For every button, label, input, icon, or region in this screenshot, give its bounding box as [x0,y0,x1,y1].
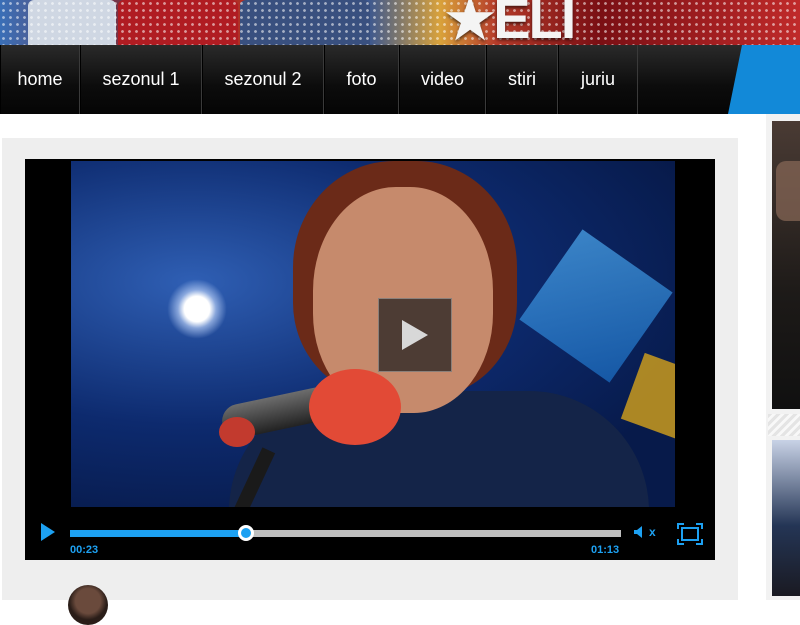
nav-juriu[interactable]: juriu [558,45,638,114]
player-controls: 00:23 01:13 x [25,511,715,560]
seek-bar-handle[interactable] [238,525,255,541]
nav-sezonul-2[interactable]: sezonul 2 [202,45,324,114]
play-button[interactable] [39,521,57,548]
seek-bar-progress [70,530,247,537]
current-time: 00:23 [70,544,99,556]
site-logo[interactable]: ★ELI [445,0,576,45]
mute-x-label: x [649,525,656,539]
play-icon [41,523,55,541]
microphone-windscreen [309,369,401,445]
speaker-muted-icon [634,526,642,538]
header-banner: ★ELI [0,0,800,45]
sidebar-separator [768,414,800,436]
sidebar-thumbnail-2[interactable] [772,440,800,596]
avatar[interactable] [68,585,108,625]
nav-foto[interactable]: foto [324,45,399,114]
sidebar-thumbnail-1[interactable] [772,121,800,409]
stage-backdrop-yellow [620,352,675,440]
fullscreen-button[interactable] [677,523,703,550]
fullscreen-icon [677,523,703,545]
main-nav: home sezonul 1 sezonul 2 foto video stir… [0,45,800,114]
mute-button[interactable]: x [633,525,656,539]
nav-accent-tab[interactable] [728,45,800,114]
video-frame[interactable] [71,161,675,507]
microphone-tip [219,417,255,447]
seek-bar[interactable] [70,525,621,541]
nav-stiri[interactable]: stiri [486,45,558,114]
big-play-button[interactable] [378,298,452,372]
video-player[interactable]: 00:23 01:13 x [25,159,715,560]
nav-video[interactable]: video [399,45,486,114]
big-play-icon [402,320,428,350]
banner-lights [0,0,800,45]
stage-light [167,279,227,339]
nav-sezonul-1[interactable]: sezonul 1 [80,45,202,114]
nav-home[interactable]: home [0,45,80,114]
duration: 01:13 [591,544,620,556]
